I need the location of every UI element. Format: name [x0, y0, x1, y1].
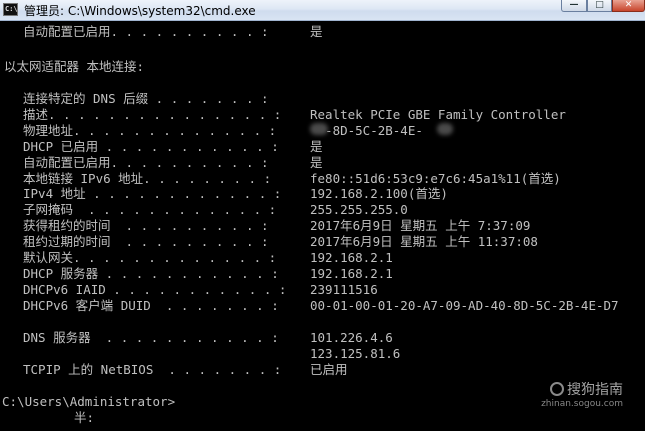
ime-status: 半:	[74, 410, 95, 425]
minimize-button[interactable]: —	[561, 0, 587, 12]
row-value: 2017年6月9日 星期五 上午 11:37:08	[310, 234, 538, 250]
row-label: TCPIP 上的 NetBIOS . . . . . . . :	[23, 362, 282, 377]
row-value: 192.168.2.1	[310, 265, 393, 281]
row-value: 2017年6月9日 星期五 上午 7:37:09	[310, 218, 531, 234]
row-value: 00-01-00-01-20-A7-09-AD-40-8D-5C-2B-4E-D…	[310, 297, 619, 313]
row-value: fe80::51d6:53c9:e7c6:45a1%11(首选)	[310, 170, 561, 186]
row-label: 租约过期的时间 . . . . . . . . . :	[23, 234, 269, 250]
row-label: DHCPv6 IAID . . . . . . . . . . . :	[23, 281, 287, 297]
row-label: 获得租约的时间 . . . . . . . . . :	[23, 218, 269, 234]
maximize-button[interactable]: □	[587, 0, 612, 12]
row-value: 已启用	[310, 362, 348, 377]
cmd-app-icon[interactable]: C:\	[3, 3, 18, 16]
watermark: 搜狗指南 zhinan.sogou.com	[541, 379, 623, 409]
row-value: 192.168.2.1	[310, 250, 393, 265]
close-button[interactable]: ✕	[612, 0, 645, 12]
row-label: DHCP 已启用 . . . . . . . . . . . :	[23, 138, 279, 154]
row-label: 子网掩码 . . . . . . . . . . . . :	[23, 202, 277, 218]
row-label: IPv4 地址 . . . . . . . . . . . . :	[23, 186, 282, 202]
row-value: 123.125.81.6	[310, 346, 401, 361]
row-label: 连接特定的 DNS 后缀 . . . . . . . :	[23, 91, 269, 106]
redaction-blur-left	[310, 123, 328, 135]
row-value: 239111516	[310, 281, 378, 297]
redaction-blur-right	[437, 123, 453, 135]
dns-server-row: DNS 服务器 . . . . . . . . . . . : 101.226.…	[4, 330, 393, 346]
row-label: DNS 服务器 . . . . . . . . . . . :	[23, 330, 279, 345]
command-prompt[interactable]: C:\Users\Administrator>	[2, 394, 175, 410]
row-value: 是	[310, 24, 323, 39]
row-label: DHCP 服务器 . . . . . . . . . . . :	[23, 265, 279, 281]
sogou-logo-icon	[550, 382, 564, 396]
row-value: 192.168.2.100(首选)	[310, 186, 448, 202]
row-label: 自动配置已启用. . . . . . . . . . :	[23, 24, 269, 39]
cmd-window: C:\ 管理员: C:\Windows\system32\cmd.exe — □…	[0, 0, 645, 431]
dns-server-row-2: 123.125.81.6	[4, 346, 400, 362]
console-output[interactable]: 自动配置已启用. . . . . . . . . . : 是 以太网适配器 本地…	[0, 21, 645, 431]
row-label: 本地链接 IPv6 地址. . . . . . . . :	[23, 170, 272, 186]
row-label: 物理地址. . . . . . . . . . . . . :	[23, 122, 277, 138]
row-value: 是	[310, 138, 323, 154]
window-title: 管理员: C:\Windows\system32\cmd.exe	[24, 4, 256, 18]
adapter-header: 以太网适配器 本地连接:	[4, 59, 145, 74]
row-label: 默认网关. . . . . . . . . . . . . :	[23, 250, 277, 265]
title-bar[interactable]: C:\ 管理员: C:\Windows\system32\cmd.exe — □…	[0, 0, 645, 21]
watermark-main: 搜狗指南	[541, 379, 623, 399]
row-label: 描述. . . . . . . . . . . . . . . :	[23, 106, 282, 122]
watermark-text: 搜狗指南	[567, 382, 623, 398]
config-row-top: 自动配置已启用. . . . . . . . . . : 是	[4, 24, 323, 40]
row-value: 是	[310, 154, 323, 170]
watermark-url: zhinan.sogou.com	[541, 399, 623, 409]
row-label: DHCPv6 客户端 DUID . . . . . . . :	[23, 297, 279, 313]
row-value: 255.255.255.0	[310, 202, 408, 218]
row-value: 101.226.4.6	[310, 330, 393, 345]
row-label: 自动配置已启用. . . . . . . . . . :	[23, 154, 269, 170]
netbios-row: TCPIP 上的 NetBIOS . . . . . . . : 已启用	[4, 362, 348, 378]
row-value: Realtek PCIe GBE Family Controller	[310, 106, 566, 122]
